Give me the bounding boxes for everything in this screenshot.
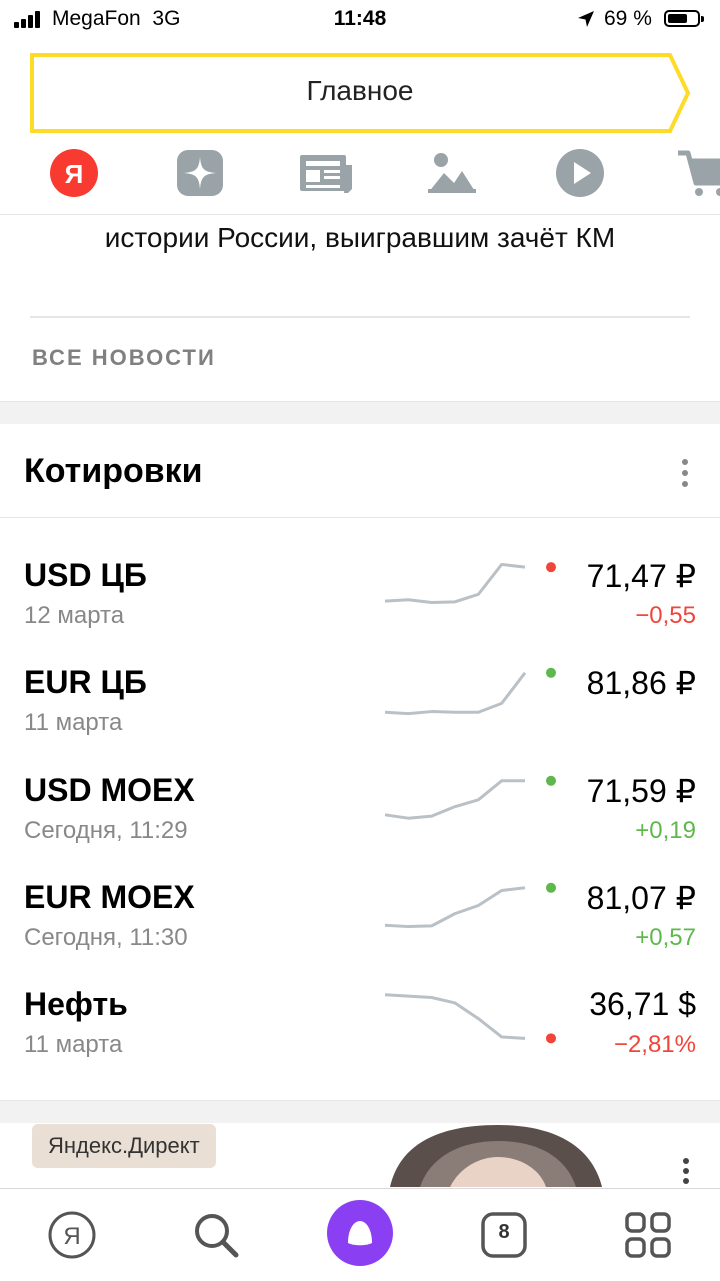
tabs-counter-button[interactable]: 8 (476, 1207, 532, 1263)
sparkline-endpoint (546, 775, 556, 786)
quote-row[interactable]: EUR ЦБ 11 марта 81,86 ₽ (0, 664, 720, 772)
quote-value: 81,86 ₽ (586, 665, 696, 701)
quote-name: USD ЦБ (24, 557, 147, 593)
yandex-logo-icon[interactable]: Я (46, 145, 102, 201)
battery-percent: 69 % (604, 7, 652, 30)
location-arrow-icon (578, 11, 594, 27)
quote-value: 81,07 ₽ (586, 880, 696, 916)
quote-row[interactable]: USD ЦБ 12 марта 71,47 ₽ −0,55 (0, 557, 720, 665)
quote-sparkline (384, 562, 556, 605)
tabs-count: 8 (498, 1221, 510, 1243)
sparkline-path (384, 779, 525, 820)
images-icon[interactable] (424, 145, 480, 201)
yandex-home-icon[interactable]: Я (44, 1207, 100, 1263)
quote-value: 71,47 ₽ (586, 558, 696, 594)
header-divider (0, 214, 720, 215)
ad-more-options-icon[interactable] (682, 1158, 690, 1188)
services-row: Я (0, 145, 720, 207)
bottom-toolbar: Я 8 (0, 1188, 720, 1281)
quote-value: 36,71 $ (589, 986, 696, 1022)
section-gap (0, 402, 720, 424)
market-cart-icon[interactable] (676, 145, 720, 201)
quote-change: −2,81% (613, 1031, 696, 1058)
sparkline-endpoint (546, 667, 556, 678)
more-options-icon[interactable] (680, 459, 690, 491)
quotes-title: Котировки (24, 452, 203, 490)
sparkline-path (384, 562, 526, 605)
section-gap (0, 1101, 720, 1123)
all-news-link[interactable]: ВСЕ НОВОСТИ (32, 345, 216, 371)
quote-name: EUR MOEX (24, 879, 195, 915)
quote-sparkline (384, 775, 556, 820)
ad-image[interactable] (380, 1123, 620, 1187)
quote-change: −0,55 (635, 602, 696, 629)
quote-date: Сегодня, 11:30 (24, 924, 188, 951)
video-play-icon[interactable] (552, 145, 608, 201)
alice-assistant-icon[interactable] (326, 1199, 394, 1267)
svg-text:Я: Я (63, 1223, 80, 1250)
quote-sparkline (384, 882, 556, 929)
ad-badge: Яндекс.Директ (32, 1124, 216, 1168)
services-grid-icon[interactable] (620, 1207, 676, 1263)
svg-text:Я: Я (65, 159, 84, 189)
quote-name: Нефть (24, 986, 128, 1022)
zen-icon[interactable] (172, 145, 228, 201)
sparkline-endpoint (546, 1033, 556, 1044)
quote-change: +0,57 (635, 924, 696, 951)
quote-value: 71,59 ₽ (586, 773, 696, 809)
quote-date: 11 марта (24, 1031, 123, 1058)
tab-main[interactable]: Главное (30, 53, 692, 133)
quote-change: +0,19 (635, 817, 696, 844)
news-icon[interactable] (298, 145, 354, 201)
section-divider (0, 401, 720, 402)
quote-sparkline (384, 993, 556, 1044)
quote-date: 11 марта (24, 709, 123, 736)
quote-row[interactable]: USD MOEX Сегодня, 11:29 71,59 ₽ +0,19 (0, 772, 720, 880)
sparkline-path (384, 993, 526, 1040)
status-bar: MegaFon 3G 11:48 69 % (0, 0, 720, 40)
sparkline-endpoint (546, 882, 556, 893)
quote-sparkline (384, 667, 556, 716)
quote-name: USD MOEX (24, 772, 195, 808)
tab-main-label: Главное (306, 75, 414, 106)
quote-date: 12 марта (24, 602, 125, 629)
news-headline[interactable]: истории России, выигравшим зачёт КМ (0, 222, 720, 254)
sparkline-path (384, 671, 527, 716)
battery-icon (664, 10, 704, 27)
quotes-header-divider (0, 517, 720, 518)
news-divider (30, 316, 690, 318)
quote-row[interactable]: EUR MOEX Сегодня, 11:30 81,07 ₽ +0,57 (0, 879, 720, 987)
quote-row[interactable]: Нефть 11 марта 36,71 $ −2,81% (0, 986, 720, 1094)
quote-name: EUR ЦБ (24, 664, 147, 700)
sparkline-endpoint (546, 562, 556, 573)
search-icon[interactable] (188, 1207, 244, 1263)
quote-date: Сегодня, 11:29 (24, 817, 188, 844)
sparkline-path (384, 886, 526, 929)
